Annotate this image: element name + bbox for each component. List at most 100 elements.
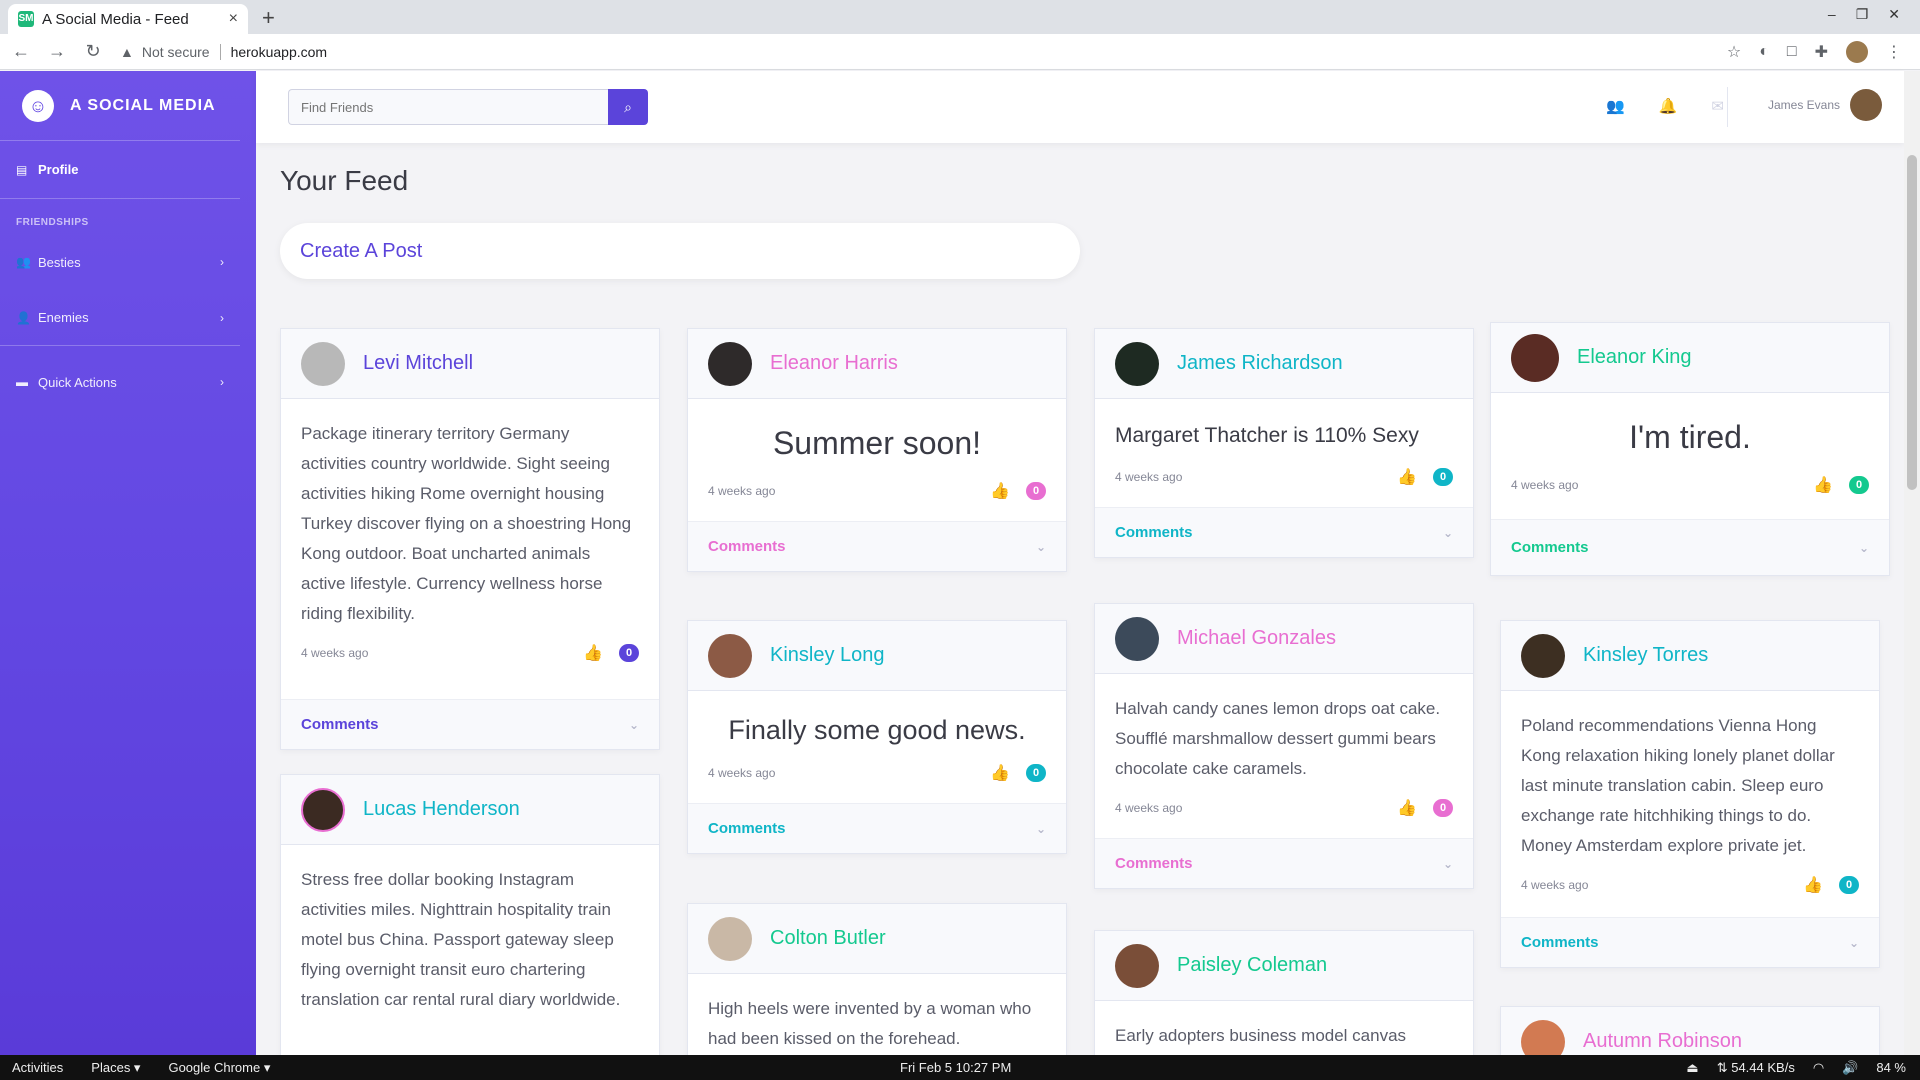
sidebar-item-profile[interactable]: ▤ Profile [0,141,240,199]
close-icon[interactable]: × [229,10,238,28]
eject-icon[interactable]: ⏏ [1686,1060,1698,1076]
avatar[interactable] [708,633,752,678]
friends-icon[interactable]: 👥 [1606,97,1625,115]
thumbs-up-icon[interactable]: 👍 [990,481,1010,501]
post-time: 4 weeks ago [708,484,776,498]
avatar[interactable] [1115,341,1159,386]
envelope-icon[interactable]: ✉ [1711,97,1724,115]
comments-toggle[interactable]: Comments ⌄ [688,521,1066,571]
browser-tab[interactable]: SM A Social Media - Feed × [8,4,248,34]
like-count: 0 [1433,468,1453,486]
search-button[interactable]: ⌕ [608,89,648,125]
avatar[interactable] [301,341,345,386]
post-author[interactable]: Lucas Henderson [363,798,520,821]
network-speed: ⇅ 54.44 KB/s [1716,1059,1795,1075]
reload-icon[interactable]: ↻ [78,41,108,62]
sidebar-item-besties[interactable]: 👥 Besties › [0,234,240,290]
post-card: Paisley Coleman Early adopters business … [1094,930,1474,1055]
not-secure-label: Not secure [142,43,221,60]
extension-icon[interactable]: □ [1787,43,1797,61]
avatar [1850,89,1882,121]
like-count: 0 [619,644,639,662]
post-meta: 4 weeks ago 👍 0 [1115,798,1453,818]
post-author[interactable]: Eleanor Harris [770,352,898,375]
user-menu[interactable]: James Evans [1768,89,1882,121]
omnibox[interactable]: ▲ Not secure herokuapp.com [120,43,1727,60]
post-header: Autumn Robinson [1501,1007,1879,1055]
post-author[interactable]: Colton Butler [770,927,886,950]
thumbs-up-icon[interactable]: 👍 [990,763,1010,783]
avatar[interactable] [1115,616,1159,661]
maximize-icon[interactable]: ❐ [1856,6,1869,23]
avatar[interactable] [1115,943,1159,988]
post-author[interactable]: Levi Mitchell [363,352,473,375]
create-post-button[interactable]: Create A Post [280,223,1080,279]
post-card: Lucas Henderson Stress free dollar booki… [280,774,660,1055]
post-text: Early adopters business model canvas [1115,1026,1407,1045]
avatar[interactable] [301,787,345,832]
post-meta: 4 weeks ago 👍 0 [708,481,1046,501]
avatar[interactable] [1511,333,1559,382]
extension-icon[interactable]: ◐ [1759,43,1769,61]
like-count: 0 [1026,764,1046,782]
sidebar-item-quick-actions[interactable]: ▬ Quick Actions › [0,354,240,410]
comments-toggle[interactable]: Comments ⌄ [1095,838,1473,888]
bell-icon[interactable]: 🔔 [1659,97,1678,115]
thumbs-up-icon[interactable]: 👍 [583,643,603,663]
thumbs-up-icon[interactable]: 👍 [1803,875,1823,895]
post-card: Kinsley Long Finally some good news. 4 w… [687,620,1067,854]
post-author[interactable]: James Richardson [1177,352,1343,375]
post-author[interactable]: Paisley Coleman [1177,954,1327,977]
post-author[interactable]: Autumn Robinson [1583,1030,1742,1053]
app-menu[interactable]: Google Chrome ▾ [168,1060,270,1076]
thumbs-up-icon[interactable]: 👍 [1397,467,1417,487]
window-close-icon[interactable]: ✕ [1888,6,1900,23]
search-icon: ⌕ [624,98,632,115]
post-author[interactable]: Kinsley Torres [1583,644,1708,667]
scrollbar[interactable] [1904,71,1920,1055]
browser-tabbar: SM A Social Media - Feed × + – ❐ ✕ [0,0,1920,34]
volume-icon[interactable]: 🔊 [1842,1060,1858,1076]
comments-toggle[interactable]: Comments ⌄ [1501,917,1879,967]
profile-avatar[interactable] [1846,40,1868,63]
avatar[interactable] [708,916,752,961]
scrollbar-thumb[interactable] [1907,155,1917,490]
topbar: ⌕ 👥 🔔 ✉ James Evans [256,71,1904,143]
puzzle-icon[interactable]: ✚ [1815,42,1828,62]
topbar-divider [1727,87,1728,127]
activities-button[interactable]: Activities [12,1060,63,1076]
avatar[interactable] [1521,1019,1565,1055]
bookmark-star-icon[interactable]: ☆ [1727,42,1741,62]
sidebar-item-enemies[interactable]: 👤 Enemies › [0,290,240,346]
post-author[interactable]: Eleanor King [1577,346,1692,369]
thumbs-up-icon[interactable]: 👍 [1397,798,1417,818]
places-menu[interactable]: Places ▾ [91,1060,140,1076]
forward-icon[interactable]: → [42,41,72,62]
comments-toggle[interactable]: Comments ⌄ [1095,507,1473,557]
avatar[interactable] [1521,633,1565,678]
post-header: Lucas Henderson [281,775,659,845]
post-card: Michael Gonzales Halvah candy canes lemo… [1094,603,1474,889]
post-author[interactable]: Michael Gonzales [1177,627,1336,650]
comments-toggle[interactable]: Comments ⌄ [688,803,1066,853]
battery-level[interactable]: 84 % [1876,1060,1906,1075]
sidebar-item-label: Profile [38,162,79,177]
thumbs-up-icon[interactable]: 👍 [1813,475,1833,495]
post-text: Poland recommendations Vienna Hong Kong … [1521,716,1835,855]
url-text[interactable]: herokuapp.com [231,44,328,60]
minimize-icon[interactable]: – [1828,6,1836,23]
new-tab-button[interactable]: + [262,5,275,31]
wifi-icon[interactable]: ◠ [1813,1060,1824,1076]
back-icon[interactable]: ← [6,41,36,62]
search-input[interactable] [288,89,608,125]
post-author[interactable]: Kinsley Long [770,644,885,667]
sidebar-item-label: Enemies [38,310,89,325]
more-menu-icon[interactable]: ⋮ [1886,42,1902,62]
avatar[interactable] [708,341,752,386]
post-body: Summer soon! 4 weeks ago 👍 0 [688,399,1066,517]
like-count: 0 [1433,799,1453,817]
brand[interactable]: ☺ A SOCIAL MEDIA [0,71,240,141]
comments-toggle[interactable]: Comments ⌄ [281,699,659,749]
clock[interactable]: Fri Feb 5 10:27 PM [900,1060,1011,1075]
comments-toggle[interactable]: Comments ⌄ [1491,519,1889,575]
